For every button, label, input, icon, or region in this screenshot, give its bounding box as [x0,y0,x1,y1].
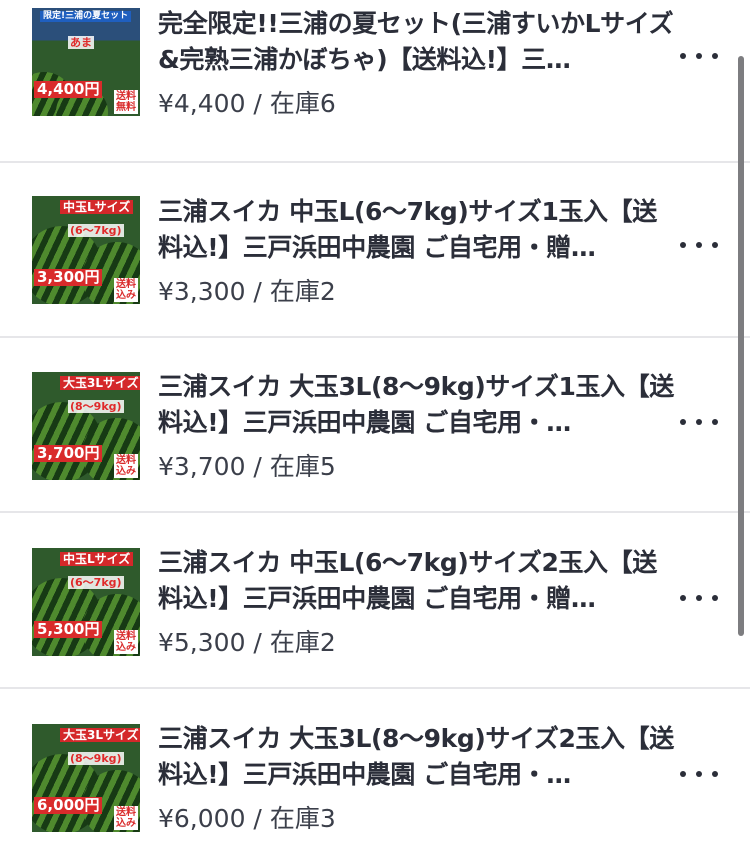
more-horizontal-icon[interactable] [680,764,718,784]
thumbnail-shipping-badge: 送料 無料 [114,90,138,114]
product-thumbnail[interactable]: 中玉Lサイズ (6〜7kg) 5,300円 送料 込み [32,548,140,656]
product-price: ¥3,700 [158,452,246,481]
product-price: ¥6,000 [158,804,246,833]
product-price: ¥4,400 [158,89,246,118]
product-list: 限定!三浦の夏セット あま 4,400円 送料 無料 完全限定!!三浦の夏セット… [0,0,750,865]
product-list-item[interactable]: 限定!三浦の夏セット あま 4,400円 送料 無料 完全限定!!三浦の夏セット… [0,0,750,163]
thumbnail-shipping-badge: 送料 込み [114,454,138,478]
product-stock: 在庫5 [269,452,336,481]
product-title[interactable]: 三浦スイカ 中玉L(6〜7kg)サイズ1玉入【送料込!】三戸浜田中農園 ご自宅用… [158,194,678,266]
product-price-stock: ¥3,700 / 在庫5 [158,451,336,483]
product-stock: 在庫3 [269,804,336,833]
vertical-scrollbar[interactable] [738,56,744,636]
thumbnail-subtag: (6〜7kg) [68,576,124,589]
product-price-stock: ¥6,000 / 在庫3 [158,803,336,835]
price-separator: / [245,277,270,306]
product-list-item[interactable]: 大玉3Lサイズ (8〜9kg) 6,000円 送料 込み 三浦スイカ 大玉3L(… [0,690,750,865]
more-horizontal-icon[interactable] [680,46,718,66]
thumbnail-shipping-badge: 送料 込み [114,630,138,654]
thumbnail-price-badge: 3,700円 [34,445,103,462]
thumbnail-subtag: (6〜7kg) [68,224,124,237]
product-thumbnail[interactable]: 限定!三浦の夏セット あま 4,400円 送料 無料 [32,8,140,116]
thumbnail-price-badge: 3,300円 [34,269,103,286]
thumbnail-tag: 中玉Lサイズ [60,200,134,214]
product-list-item[interactable]: 中玉Lサイズ (6〜7kg) 3,300円 送料 込み 三浦スイカ 中玉L(6〜… [0,163,750,338]
thumbnail-price-badge: 6,000円 [34,797,103,814]
product-stock: 在庫2 [269,628,336,657]
thumbnail-tag: 中玉Lサイズ [60,552,134,566]
product-title[interactable]: 三浦スイカ 大玉3L(8〜9kg)サイズ2玉入【送料込!】三戸浜田中農園 ご自宅… [158,721,678,793]
product-stock: 在庫2 [269,277,336,306]
product-title[interactable]: 三浦スイカ 中玉L(6〜7kg)サイズ2玉入【送料込!】三戸浜田中農園 ご自宅用… [158,545,678,617]
more-horizontal-icon[interactable] [680,412,718,432]
thumbnail-subtag: (8〜9kg) [68,752,124,765]
thumbnail-shipping-badge: 送料 込み [114,806,138,830]
product-price-stock: ¥5,300 / 在庫2 [158,627,336,659]
product-title[interactable]: 完全限定!!三浦の夏セット(三浦すいかLサイズ&完熟三浦かぼちゃ)【送料込!】三… [158,6,678,78]
thumbnail-tag: 大玉3Lサイズ [60,728,140,742]
price-separator: / [245,89,270,118]
product-list-item[interactable]: 大玉3Lサイズ (8〜9kg) 3,700円 送料 込み 三浦スイカ 大玉3L(… [0,338,750,513]
thumbnail-subtag: (8〜9kg) [68,400,124,413]
price-separator: / [245,452,270,481]
product-thumbnail[interactable]: 中玉Lサイズ (6〜7kg) 3,300円 送料 込み [32,196,140,304]
product-list-item[interactable]: 中玉Lサイズ (6〜7kg) 5,300円 送料 込み 三浦スイカ 中玉L(6〜… [0,514,750,689]
product-price: ¥3,300 [158,277,246,306]
more-horizontal-icon[interactable] [680,588,718,608]
product-thumbnail[interactable]: 大玉3Lサイズ (8〜9kg) 3,700円 送料 込み [32,372,140,480]
product-price-stock: ¥3,300 / 在庫2 [158,276,336,308]
thumbnail-tag: 大玉3Lサイズ [60,376,140,390]
thumbnail-price-badge: 5,300円 [34,621,103,638]
product-thumbnail[interactable]: 大玉3Lサイズ (8〜9kg) 6,000円 送料 込み [32,724,140,832]
thumbnail-shipping-badge: 送料 込み [114,278,138,302]
product-title[interactable]: 三浦スイカ 大玉3L(8〜9kg)サイズ1玉入【送料込!】三戸浜田中農園 ご自宅… [158,369,678,441]
product-price-stock: ¥4,400 / 在庫6 [158,88,336,120]
product-stock: 在庫6 [269,89,336,118]
thumbnail-price-badge: 4,400円 [34,81,103,98]
product-price: ¥5,300 [158,628,246,657]
more-horizontal-icon[interactable] [680,235,718,255]
thumbnail-tag: 限定!三浦の夏セット [40,11,132,22]
price-separator: / [245,628,270,657]
price-separator: / [245,804,270,833]
thumbnail-subtag: あま [68,36,94,49]
